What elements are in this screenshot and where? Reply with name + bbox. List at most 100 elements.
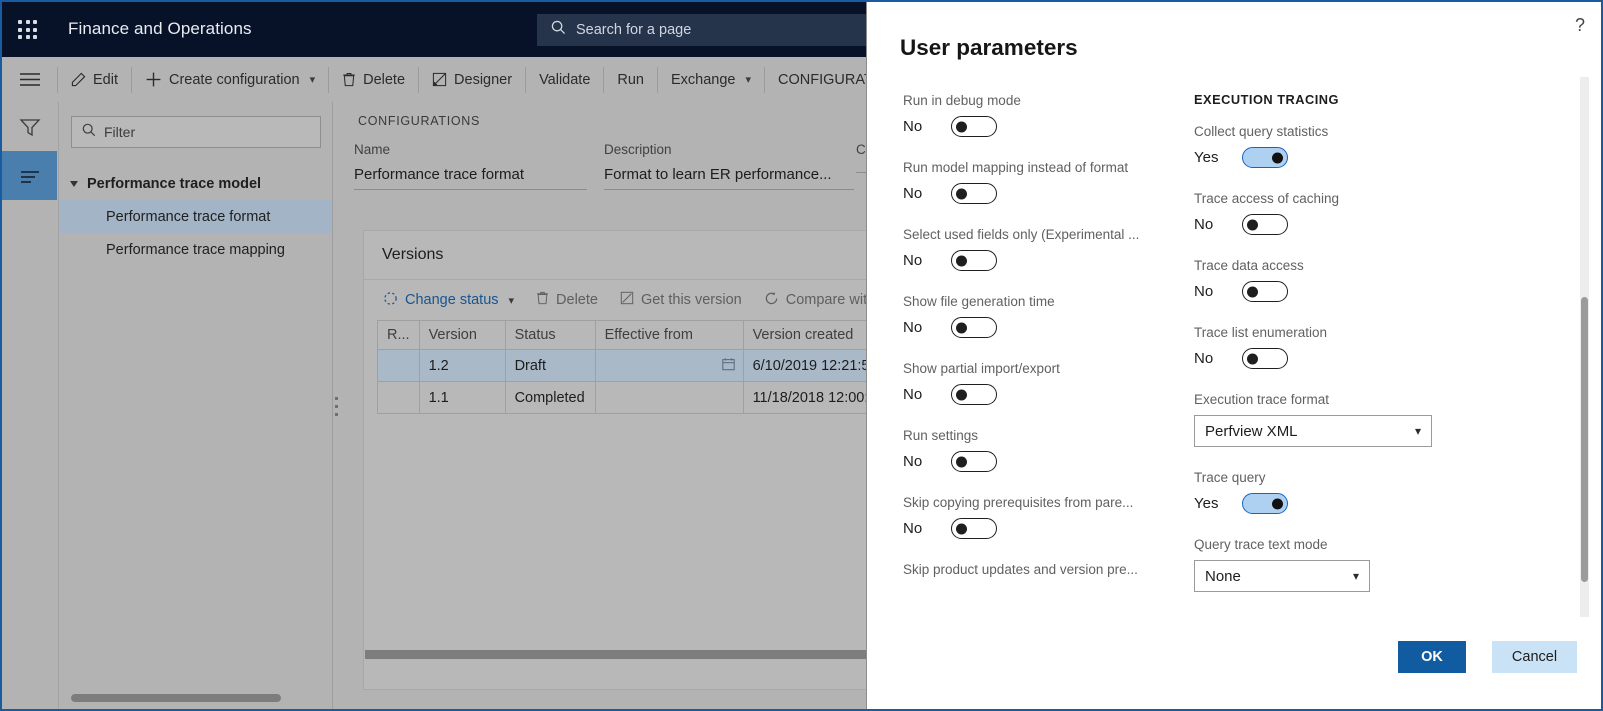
search-icon xyxy=(82,123,96,142)
validate-button[interactable]: Validate xyxy=(526,57,603,102)
toggle-run-model-mapping[interactable] xyxy=(951,183,997,204)
toggle-run-in-debug-mode[interactable] xyxy=(951,116,997,137)
toggle-trace-query[interactable] xyxy=(1242,493,1288,514)
tree-item-performance-trace-model[interactable]: Performance trace model xyxy=(59,167,333,200)
application-window: Finance and Operations Search for a page… xyxy=(0,0,1603,711)
cell-effective-from[interactable] xyxy=(594,349,744,382)
toggle-trace-list-enumeration[interactable] xyxy=(1242,348,1288,369)
cell-status: Draft xyxy=(504,349,596,382)
section-label: CONFIGURATIONS xyxy=(358,114,481,128)
cell-effective-from[interactable] xyxy=(594,381,744,414)
hamburger-icon[interactable] xyxy=(2,57,57,102)
param-value: No xyxy=(1194,216,1214,233)
question-mark-icon[interactable]: ? xyxy=(1575,15,1585,36)
toggle-trace-data-access[interactable] xyxy=(1242,281,1288,302)
filter-input[interactable]: Filter xyxy=(71,116,321,148)
col-header-r[interactable]: R... xyxy=(377,320,420,350)
filter-funnel-icon xyxy=(19,118,40,136)
param-value: No xyxy=(903,319,923,336)
select-query-trace-text-mode[interactable]: None ▾ xyxy=(1194,560,1370,592)
field-description-value[interactable]: Format to learn ER performance... xyxy=(604,166,854,190)
execution-tracing-group-title: EXECUTION TRACING xyxy=(1194,92,1340,107)
create-configuration-label: Create configuration xyxy=(169,71,300,88)
get-version-icon xyxy=(620,291,634,309)
param-label: Trace data access xyxy=(1194,258,1304,273)
dialog-vertical-scrollbar[interactable] xyxy=(1580,77,1589,617)
table-row[interactable]: 1.1 Completed 11/18/2018 12:00:5 xyxy=(377,381,934,414)
col-header-status[interactable]: Status xyxy=(504,320,596,350)
param-label: Trace query xyxy=(1194,470,1266,485)
nav-horizontal-scrollbar[interactable] xyxy=(71,694,321,702)
toggle-trace-access-of-caching[interactable] xyxy=(1242,214,1288,235)
param-label: Run settings xyxy=(903,428,979,443)
user-parameters-dialog: ? User parameters Run in debug mode No R… xyxy=(866,2,1601,709)
select-value: None xyxy=(1205,567,1241,585)
edit-button[interactable]: Edit xyxy=(58,57,131,102)
field-description-label: Description xyxy=(604,142,672,157)
create-configuration-button[interactable]: Create configuration ▾ xyxy=(132,57,328,102)
cell-r xyxy=(377,381,420,414)
toggle-collect-query-statistics[interactable] xyxy=(1242,147,1288,168)
select-value: Perfview XML xyxy=(1205,422,1298,440)
plus-icon xyxy=(145,71,162,88)
get-this-version-button[interactable]: Get this version xyxy=(611,286,751,314)
param-label: Run in debug mode xyxy=(903,93,1021,108)
select-execution-trace-format[interactable]: Perfview XML ▾ xyxy=(1194,415,1432,447)
table-row[interactable]: 1.2 Draft 6/10/2019 12:21:55 xyxy=(377,349,934,382)
versions-delete-button[interactable]: Delete xyxy=(527,286,607,314)
param-value: No xyxy=(903,185,923,202)
param-trace-list-enumeration: Trace list enumeration No xyxy=(1194,324,1454,369)
navigation-pane: Filter Performance trace model Performan… xyxy=(58,102,333,709)
scrollbar-thumb[interactable] xyxy=(71,694,281,702)
change-status-button[interactable]: Change status ▾ xyxy=(374,286,523,314)
trash-icon xyxy=(342,72,356,87)
param-label: Show file generation time xyxy=(903,294,1055,309)
field-name-value[interactable]: Performance trace format xyxy=(354,166,587,190)
search-input-placeholder: Search for a page xyxy=(576,22,692,38)
dialog-title: User parameters xyxy=(900,35,1078,60)
list-lines-icon xyxy=(20,170,39,183)
chevron-down-icon: ▾ xyxy=(1414,424,1421,438)
tree-item-label: Performance trace format xyxy=(106,208,271,225)
designer-button[interactable]: Designer xyxy=(419,57,525,102)
tree-item-performance-trace-mapping[interactable]: Performance trace mapping xyxy=(59,233,333,266)
cancel-button[interactable]: Cancel xyxy=(1492,641,1577,673)
change-status-label: Change status xyxy=(405,292,499,308)
param-label: Execution trace format xyxy=(1194,392,1330,407)
param-query-trace-text-mode: Query trace text mode None ▾ xyxy=(1194,536,1454,592)
cell-status: Completed xyxy=(504,381,596,414)
global-search-box[interactable]: Search for a page xyxy=(537,14,878,46)
toggle-run-settings[interactable] xyxy=(951,451,997,472)
calendar-icon[interactable] xyxy=(721,357,736,375)
tree-item-performance-trace-format[interactable]: Performance trace format xyxy=(59,200,333,233)
chevron-expand-icon[interactable] xyxy=(70,180,78,187)
app-launcher-waffle-icon[interactable] xyxy=(16,18,40,42)
rail-item-filter[interactable] xyxy=(2,102,57,151)
cell-version: 1.1 xyxy=(418,381,506,414)
toggle-show-file-generation-time[interactable] xyxy=(951,317,997,338)
tree-item-label: Performance trace mapping xyxy=(106,241,285,258)
scrollbar-thumb[interactable] xyxy=(1581,297,1588,582)
toggle-show-partial-import-export[interactable] xyxy=(951,384,997,405)
param-label: Collect query statistics xyxy=(1194,124,1329,139)
col-header-effective-from[interactable]: Effective from xyxy=(594,320,744,350)
exchange-button-label: Exchange xyxy=(671,71,736,88)
param-show-file-generation-time: Show file generation time No xyxy=(903,293,1153,338)
param-label: Show partial import/export xyxy=(903,361,1060,376)
col-header-version[interactable]: Version xyxy=(418,320,506,350)
ok-button[interactable]: OK xyxy=(1398,641,1466,673)
param-select-used-fields-only: Select used fields only (Experimental ..… xyxy=(903,226,1153,271)
toggle-select-used-fields-only[interactable] xyxy=(951,250,997,271)
run-button[interactable]: Run xyxy=(604,57,657,102)
dialog-left-column: Run in debug mode No Run model mapping i… xyxy=(903,92,1153,597)
compare-icon xyxy=(764,291,779,310)
param-label: Trace access of caching xyxy=(1194,191,1340,206)
delete-button[interactable]: Delete xyxy=(329,57,418,102)
versions-table: R... Version Status Effective from Versi… xyxy=(377,320,934,414)
toggle-skip-copying-prerequisites[interactable] xyxy=(951,518,997,539)
rail-item-list[interactable] xyxy=(2,151,57,200)
pane-resize-handle[interactable] xyxy=(332,102,341,709)
exchange-button[interactable]: Exchange ▾ xyxy=(658,57,764,102)
pencil-icon xyxy=(71,72,86,87)
param-value: No xyxy=(903,252,923,269)
